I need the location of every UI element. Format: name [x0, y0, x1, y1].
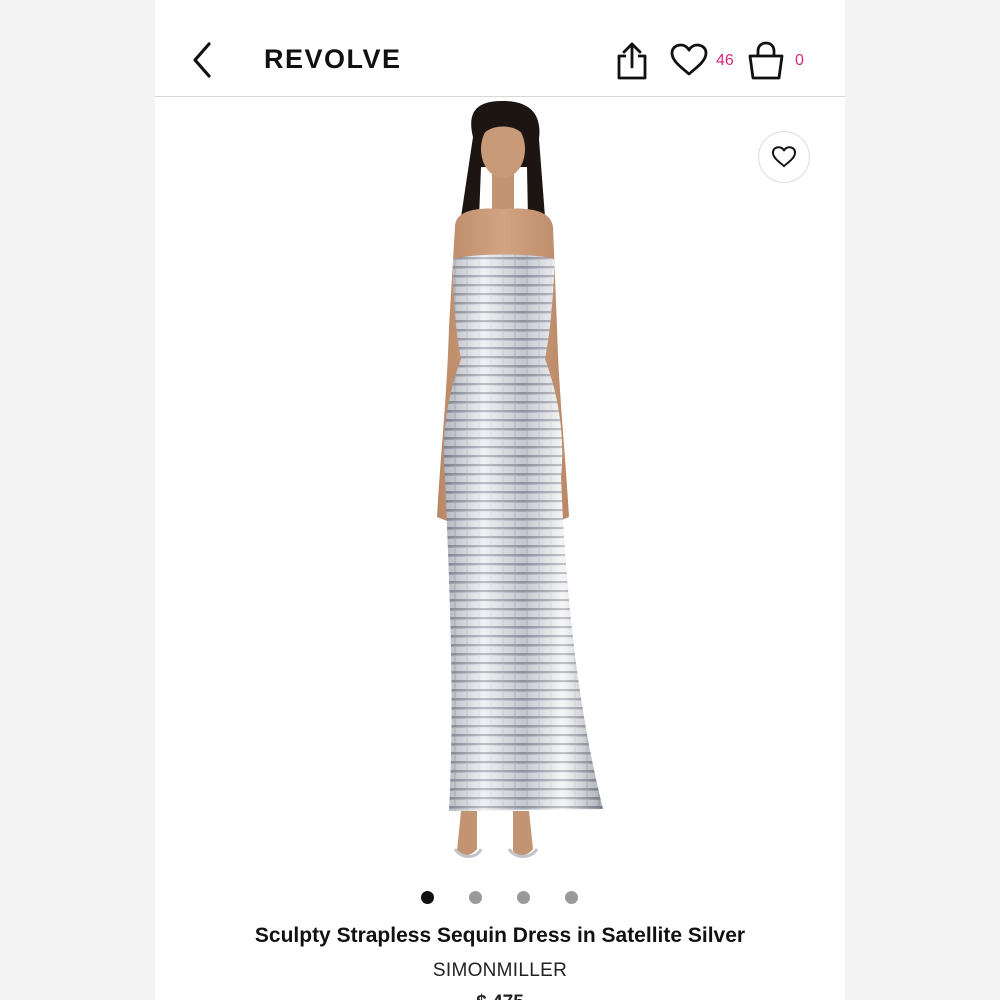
- shopping-bag-icon: [748, 41, 784, 80]
- shopping-bag-button[interactable]: [745, 40, 787, 82]
- carousel-dot-3[interactable]: [517, 891, 530, 904]
- top-nav-bar: REVOLVE 46 0: [155, 0, 845, 97]
- heart-icon: [670, 43, 708, 76]
- brand-logo[interactable]: REVOLVE: [264, 44, 402, 75]
- image-carousel-indicator: [155, 889, 845, 905]
- app-screen: REVOLVE 46 0 Sculpty Strapless Sequin Dr…: [155, 0, 845, 1000]
- left-backdrop: [0, 0, 155, 1000]
- carousel-dot-2[interactable]: [469, 891, 482, 904]
- wishlist-count-badge: 46: [716, 52, 734, 69]
- back-button[interactable]: [185, 38, 221, 82]
- product-designer-link[interactable]: SIMONMILLER: [155, 960, 845, 982]
- product-title: Sculpty Strapless Sequin Dress in Satell…: [254, 924, 746, 947]
- product-photo[interactable]: [155, 97, 845, 877]
- bag-count-badge: 0: [795, 52, 804, 69]
- share-button[interactable]: [613, 40, 651, 82]
- right-backdrop: [845, 0, 1000, 1000]
- add-to-favorites-button[interactable]: [758, 131, 810, 183]
- carousel-dot-1[interactable]: [421, 891, 434, 904]
- wishlist-button[interactable]: [669, 42, 709, 78]
- heart-icon: [771, 146, 797, 168]
- carousel-dot-4[interactable]: [565, 891, 578, 904]
- share-icon: [617, 42, 647, 80]
- chevron-left-icon: [193, 42, 211, 78]
- product-price: $ 475: [155, 992, 845, 1000]
